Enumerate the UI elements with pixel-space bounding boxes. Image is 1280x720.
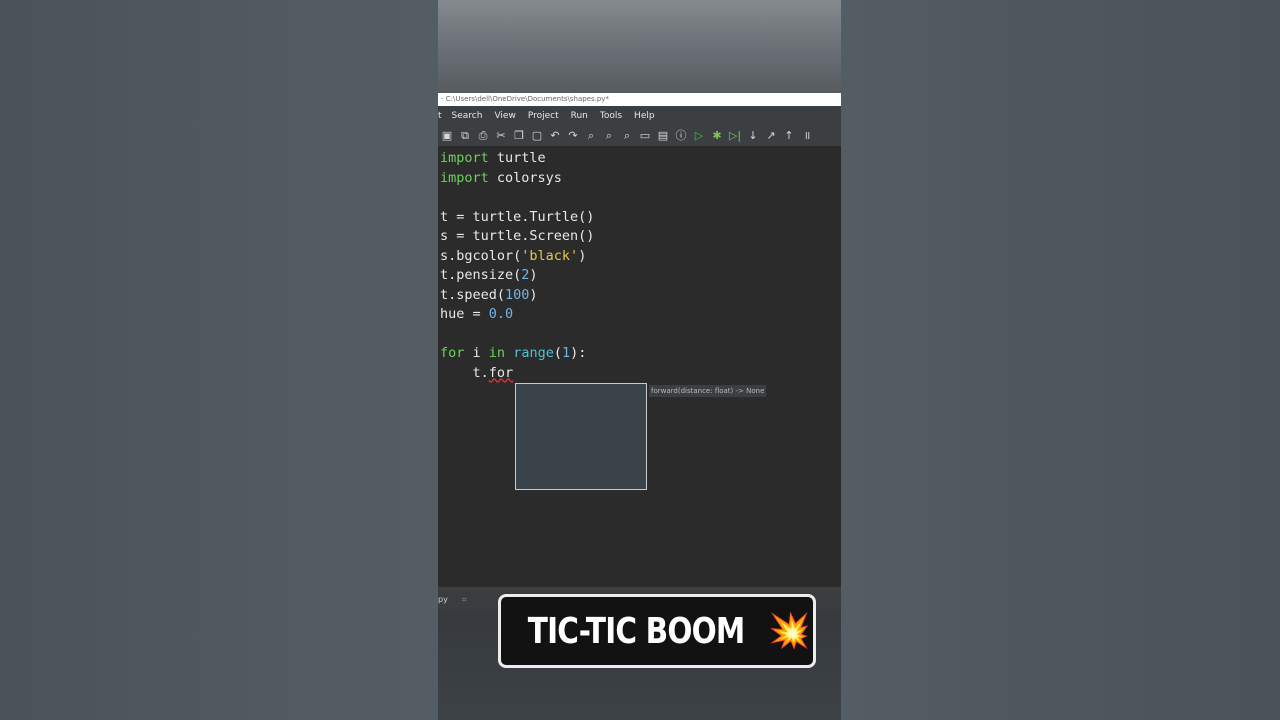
replace-icon[interactable]: ⌕ [618,125,636,146]
blurred-background-left [0,0,438,720]
code-line[interactable]: t.for [440,364,594,384]
undo-icon[interactable]: ↶ [546,125,564,146]
blurred-top-area [438,0,841,93]
window-title: - C:\Users\dell\OneDrive\Documents\shape… [441,95,609,103]
code-token: s.bgcolor( [440,247,522,264]
tab-close-icon[interactable]: ⌗ [462,595,467,604]
code-line[interactable]: t.speed(100) [440,286,594,306]
find-icon[interactable]: ⌕ [582,125,600,146]
window-titlebar: - C:\Users\dell\OneDrive\Documents\shape… [438,93,841,106]
code-token: import [440,169,489,186]
code-token: turtle [488,150,546,166]
debug-icon[interactable]: ✱ [708,125,726,146]
code-token: s = turtle.Screen() [440,228,595,244]
menu-bar: t Search View Project Run Tools Help [438,106,841,125]
paste-icon[interactable]: ❐ [510,125,528,146]
find-replace-icon[interactable]: ⌕ [600,125,618,146]
print-icon[interactable]: ⎙ [474,125,492,146]
code-token: import [440,150,489,166]
run-icon[interactable]: ▷ [690,125,708,146]
clipboard-icon[interactable]: ▢ [528,125,546,146]
caption-banner: TIC-TIC BOOM 💥 [498,594,816,668]
code-line[interactable]: t = turtle.Turtle() [440,208,594,228]
code-token: ): [570,345,587,361]
redo-icon[interactable]: ↷ [564,125,582,146]
menu-item-view[interactable]: View [494,111,515,121]
code-token: 'black' [521,247,579,264]
menu-item-search[interactable]: Search [452,111,483,121]
menu-item-project[interactable]: Project [528,111,559,121]
pause-icon[interactable]: ॥ [798,125,816,146]
info-icon[interactable]: ⓘ [672,125,690,146]
bottom-tab-label[interactable]: py [438,595,448,604]
code-token: ) [529,286,538,303]
folder-icon[interactable]: ▭ [636,125,654,146]
step-over-icon[interactable]: ↓ [744,125,762,146]
toolbar: ▣ ⧉ ⎙ ✂ ❐ ▢ ↶ ↷ ⌕ ⌕ ⌕ ▭ ▤ ⓘ ▷ ✱ ▷| ↓ ↗ ↑… [438,125,841,147]
code-token: 100 [505,286,530,303]
new-file-icon[interactable]: ▣ [438,125,456,146]
code-line[interactable]: for i in range(1): [440,344,594,364]
code-text[interactable]: import turtle import colorsys t = turtle.… [440,149,594,383]
code-token: i [464,345,489,361]
code-token: ( [553,345,562,361]
code-line[interactable]: import turtle [440,149,594,169]
code-token: for [488,364,514,381]
menu-item-edit[interactable]: t [438,111,442,121]
code-token: for [440,345,465,361]
code-line[interactable]: s.bgcolor('black') [440,247,594,267]
code-token: t.pensize( [440,267,522,283]
code-editor[interactable]: import turtle import colorsys t = turtle.… [438,147,841,587]
code-line[interactable]: s = turtle.Screen() [440,227,594,247]
blurred-background-right [841,0,1280,720]
copy-icon[interactable]: ⧉ [456,125,474,146]
code-line[interactable]: import colorsys [440,169,594,189]
autocomplete-popup[interactable] [515,383,647,490]
explosion-icon: 💥 [767,611,811,651]
code-token: t.speed( [440,286,506,303]
menu-item-run[interactable]: Run [571,111,588,121]
menu-item-tools[interactable]: Tools [600,111,622,121]
code-token: ) [529,267,538,283]
code-line[interactable] [440,325,594,345]
image-icon[interactable]: ▤ [654,125,672,146]
code-token: 1 [561,345,571,361]
cut-icon[interactable]: ✂ [492,125,510,146]
code-token: range [513,345,554,361]
caption-text: TIC-TIC BOOM [527,610,745,652]
code-token: colorsys [488,169,562,186]
calltip: forward(distance: float) -> None [649,385,767,397]
code-line[interactable] [440,188,594,208]
code-token: ) [578,247,587,264]
stop-icon[interactable]: ↑ [780,125,798,146]
code-token: t. [440,364,489,381]
step-out-icon[interactable]: ↗ [762,125,780,146]
code-token: t = turtle.Turtle() [440,208,595,225]
step-into-icon[interactable]: ▷| [726,125,744,146]
code-line[interactable]: t.pensize(2) [440,266,594,286]
code-token: in [488,345,506,361]
code-line[interactable]: hue = 0.0 [440,305,594,325]
code-token: 0.0 [488,306,514,322]
menu-item-help[interactable]: Help [634,111,655,121]
code-token: hue = [440,306,489,322]
